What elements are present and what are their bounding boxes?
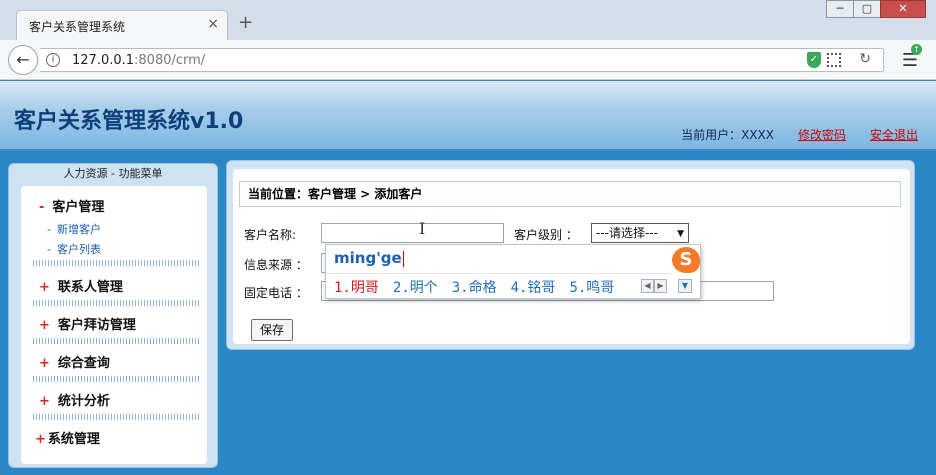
- chevron-down-icon: ▼: [677, 229, 684, 239]
- group-label: 客户管理: [52, 200, 105, 215]
- expand-sign: +: [39, 394, 50, 409]
- menu-separator: [33, 376, 199, 382]
- customer-level-label: 客户级别 ：: [514, 228, 578, 242]
- user-bar: 当前用户：XXXX 修改密码 安全退出: [681, 126, 918, 143]
- sidebar-menu: - 客户管理 - 新增客户 - 客户列表 + 联系人管理 + 客户拜访管理 + 综合查询 +…: [21, 186, 207, 464]
- sidebar-item-visits[interactable]: + 客户拜访管理: [21, 314, 207, 338]
- customer-name-input[interactable]: [321, 223, 504, 243]
- sidebar-item-contacts[interactable]: + 联系人管理: [21, 276, 207, 300]
- ime-candidate[interactable]: 1.明哥: [334, 277, 379, 297]
- tab-title: 客户关系管理系统: [29, 20, 126, 34]
- menu-separator: [33, 338, 199, 344]
- menu-separator: [33, 300, 199, 306]
- new-tab-icon[interactable]: +: [238, 14, 253, 32]
- save-button[interactable]: 保存: [251, 319, 293, 341]
- sidebar-item-system[interactable]: + 系统管理: [21, 428, 207, 452]
- group-label: 联系人管理: [57, 280, 123, 295]
- sidebar: 人力资源 - 功能菜单 - 客户管理 - 新增客户 - 客户列表 + 联系人管理 + 客户…: [8, 163, 218, 468]
- menu-group-visits: + 客户拜访管理: [21, 314, 207, 344]
- close-window-button[interactable]: ✕: [880, 0, 926, 18]
- ime-prev-page-icon[interactable]: ◀: [641, 279, 654, 293]
- change-password-link[interactable]: 修改密码: [798, 126, 846, 143]
- phone-label: 固定电话 ：: [244, 286, 308, 300]
- update-badge-icon: ↑: [911, 44, 922, 55]
- group-label: 客户拜访管理: [57, 318, 136, 333]
- ime-candidate-popup: ming'ge S 1.明哥 2.明个 3.命格 4.铭哥 5.鸣哥 ◀ ▶ ▼: [325, 244, 701, 299]
- current-user: 当前用户：XXXX: [681, 128, 774, 142]
- sogou-logo-icon[interactable]: S: [672, 247, 700, 273]
- menu-group-stats: + 统计分析: [21, 390, 207, 420]
- ime-composition-text: ming'ge: [334, 249, 402, 267]
- address-bar[interactable]: i 127.0.0.1:8080/crm/ ✓ ↻: [40, 48, 884, 72]
- url-text: 127.0.0.1:8080/crm/: [72, 53, 205, 68]
- sidebar-item-customer-management[interactable]: - 客户管理: [21, 196, 207, 220]
- qr-code-icon[interactable]: [827, 53, 841, 67]
- url-path: :8080/crm/: [134, 53, 206, 68]
- sub-label: 新增客户: [56, 223, 101, 236]
- ime-divider: [326, 273, 672, 274]
- expand-sign: +: [39, 318, 50, 333]
- sidebar-item-new-customer[interactable]: - 新增客户: [21, 220, 207, 240]
- expand-sign: +: [39, 280, 50, 295]
- customer-level-select[interactable]: ---请选择--- ▼: [591, 223, 689, 243]
- ime-candidate[interactable]: 4.铭哥: [511, 277, 556, 297]
- group-label: 综合查询: [57, 356, 110, 371]
- collapse-sign: -: [39, 200, 45, 215]
- source-label: 信息来源 ：: [244, 258, 308, 272]
- reload-icon[interactable]: ↻: [859, 51, 871, 67]
- restore-button[interactable]: ▢: [853, 0, 881, 18]
- app-title: 客户关系管理系统v1.0: [14, 109, 244, 134]
- customer-name-label: 客户名称:: [244, 228, 297, 242]
- ime-candidate[interactable]: 5.鸣哥: [569, 277, 614, 297]
- ime-page-nav: ◀ ▶: [641, 279, 667, 293]
- shield-icon[interactable]: ✓: [807, 52, 821, 68]
- sub-sign: -: [47, 223, 51, 236]
- expand-sign: +: [35, 432, 46, 447]
- sidebar-item-stats[interactable]: + 统计分析: [21, 390, 207, 414]
- menu-group-contacts: + 联系人管理: [21, 276, 207, 306]
- logout-link[interactable]: 安全退出: [870, 126, 918, 143]
- sidebar-item-customer-list[interactable]: - 客户列表: [21, 240, 207, 260]
- sidebar-heading: 人力资源 - 功能菜单: [63, 167, 163, 180]
- minimize-button[interactable]: ─: [826, 0, 854, 18]
- app-header: 客户关系管理系统v1.0 当前用户：XXXX 修改密码 安全退出: [0, 81, 936, 151]
- url-host: 127.0.0.1: [72, 53, 135, 68]
- browser-tab-bar: 客户关系管理系统 × + ─ ▢ ✕: [0, 0, 936, 40]
- ime-candidate[interactable]: 2.明个: [393, 277, 438, 297]
- info-icon[interactable]: i: [46, 53, 60, 67]
- window-controls: ─ ▢ ✕: [826, 0, 926, 18]
- group-label: 系统管理: [47, 432, 100, 447]
- menu-group-customer: - 客户管理 - 新增客户 - 客户列表: [21, 196, 207, 266]
- browser-nav-bar: ← i 127.0.0.1:8080/crm/ ✓ ↻ ☰ ↑: [0, 40, 936, 80]
- ime-composition: ming'ge: [334, 249, 404, 267]
- menu-group-system: + 系统管理: [21, 428, 207, 452]
- menu-group-query: + 综合查询: [21, 352, 207, 382]
- browser-tab[interactable]: 客户关系管理系统 ×: [16, 10, 228, 40]
- back-arrow-icon[interactable]: ←: [8, 45, 38, 75]
- sub-label: 客户列表: [56, 243, 101, 256]
- ime-expand-icon[interactable]: ▼: [678, 279, 692, 293]
- ime-next-page-icon[interactable]: ▶: [654, 279, 667, 293]
- expand-sign: +: [39, 356, 50, 371]
- menu-separator: [33, 260, 199, 266]
- ime-candidate[interactable]: 3.命格: [452, 277, 497, 297]
- ime-caret: [402, 250, 404, 267]
- ime-candidates: 1.明哥 2.明个 3.命格 4.铭哥 5.鸣哥: [334, 277, 614, 297]
- menu-separator: [33, 414, 199, 420]
- tab-close-icon[interactable]: ×: [207, 16, 219, 32]
- customer-level-value: ---请选择---: [596, 226, 658, 240]
- sidebar-item-query[interactable]: + 综合查询: [21, 352, 207, 376]
- sub-sign: -: [47, 243, 51, 256]
- text-cursor-icon: I: [419, 219, 426, 238]
- breadcrumb: 当前位置：客户管理 > 添加客户: [239, 181, 901, 207]
- group-label: 统计分析: [57, 394, 110, 409]
